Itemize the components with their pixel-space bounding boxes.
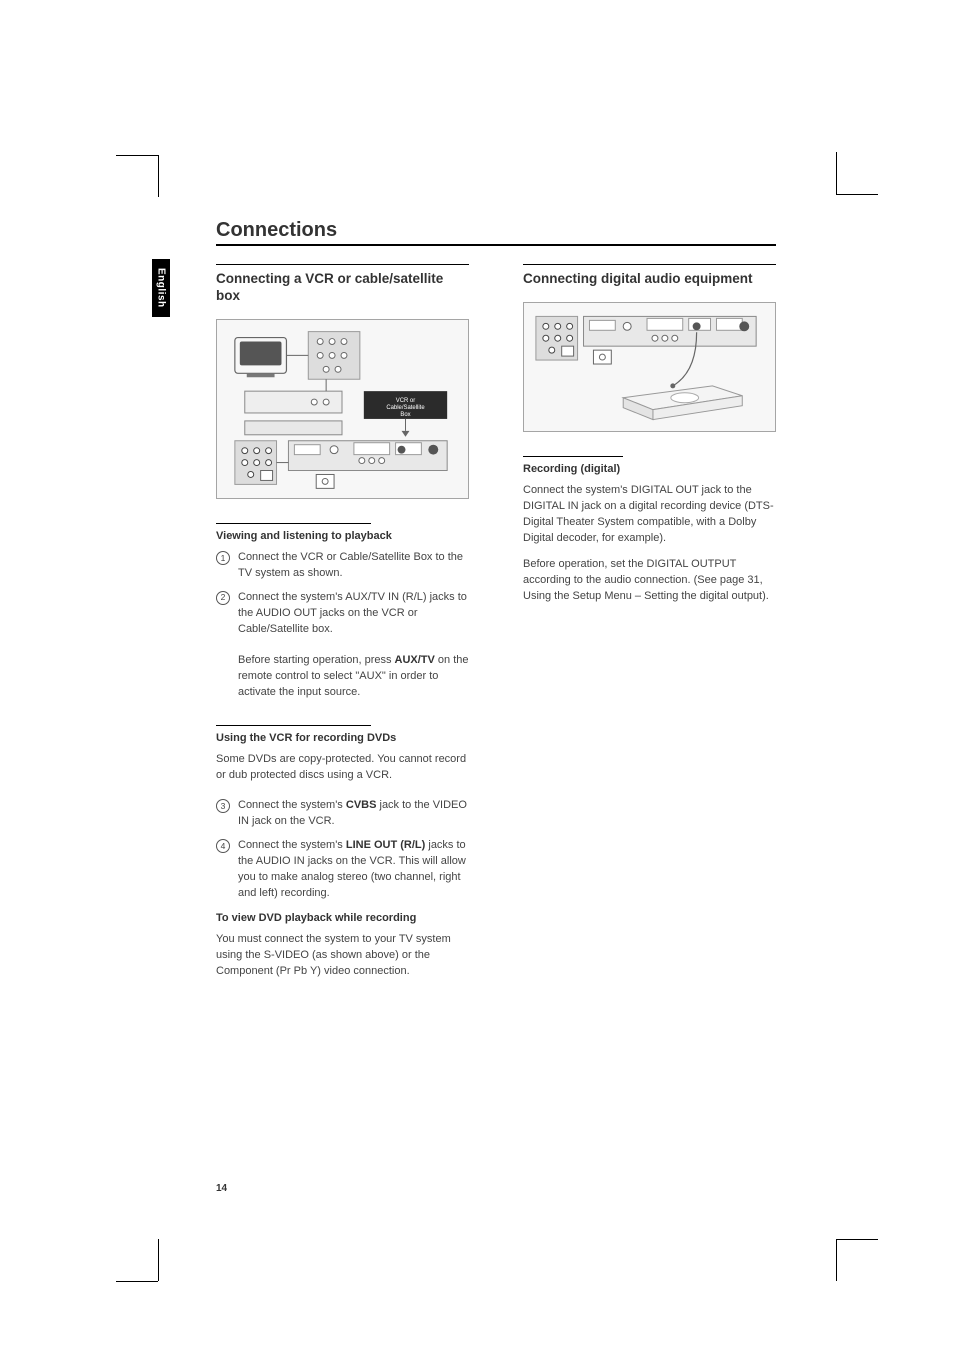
page-number: 14: [216, 1183, 227, 1194]
step-2-text: Connect the system's AUX/TV IN (R/L) jac…: [238, 590, 469, 702]
diagram-vcr-connection: VCR or Cable/Satellite Box: [216, 319, 469, 499]
recording-para-2: Before operation, set the DIGITAL OUTPUT…: [523, 557, 776, 605]
step-1-text: Connect the VCR or Cable/Satellite Box t…: [238, 550, 469, 582]
diagram-box-label: VCR or: [396, 398, 415, 404]
step-1: 1 Connect the VCR or Cable/Satellite Box…: [216, 550, 469, 582]
right-column: Connecting digital audio equipment: [523, 264, 776, 990]
section-heading-vcr: Connecting a VCR or cable/satellite box: [216, 271, 469, 305]
page-title: Connections: [216, 219, 776, 242]
step-3: 3 Connect the system's CVBS jack to the …: [216, 798, 469, 830]
step-number-icon: 2: [216, 591, 230, 605]
heading-rule: [216, 264, 469, 265]
step-4: 4 Connect the system's LINE OUT (R/L) ja…: [216, 838, 469, 902]
language-tab: English: [152, 259, 170, 317]
svg-text:Cable/Satellite: Cable/Satellite: [386, 405, 425, 411]
svg-text:Box: Box: [400, 412, 410, 418]
recording-para-1: Connect the system's DIGITAL OUT jack to…: [523, 483, 776, 547]
section-heading-digital: Connecting digital audio equipment: [523, 271, 776, 288]
heading-rule: [523, 264, 776, 265]
subheading-view-playback: To view DVD playback while recording: [216, 912, 469, 924]
sub-rule: [216, 725, 371, 726]
copy-protected-note: Some DVDs are copy-protected. You cannot…: [216, 752, 469, 784]
subheading-viewing: Viewing and listening to playback: [216, 530, 469, 542]
step-number-icon: 4: [216, 839, 230, 853]
sub-rule: [216, 523, 371, 524]
diagram-digital-connection: [523, 302, 776, 432]
step-3-text: Connect the system's CVBS jack to the VI…: [238, 798, 469, 830]
left-column: Connecting a VCR or cable/satellite box: [216, 264, 469, 990]
content-area: English Connections Connecting a VCR or …: [216, 219, 776, 990]
step-2: 2 Connect the system's AUX/TV IN (R/L) j…: [216, 590, 469, 702]
title-rule: [216, 244, 776, 246]
step-number-icon: 1: [216, 551, 230, 565]
language-tab-label: English: [156, 268, 167, 308]
subheading-recording: Recording (digital): [523, 463, 776, 475]
subheading-using-vcr: Using the VCR for recording DVDs: [216, 732, 469, 744]
view-playback-note: You must connect the system to your TV s…: [216, 932, 469, 980]
step-number-icon: 3: [216, 799, 230, 813]
sub-rule: [523, 456, 623, 457]
step-4-text: Connect the system's LINE OUT (R/L) jack…: [238, 838, 469, 902]
